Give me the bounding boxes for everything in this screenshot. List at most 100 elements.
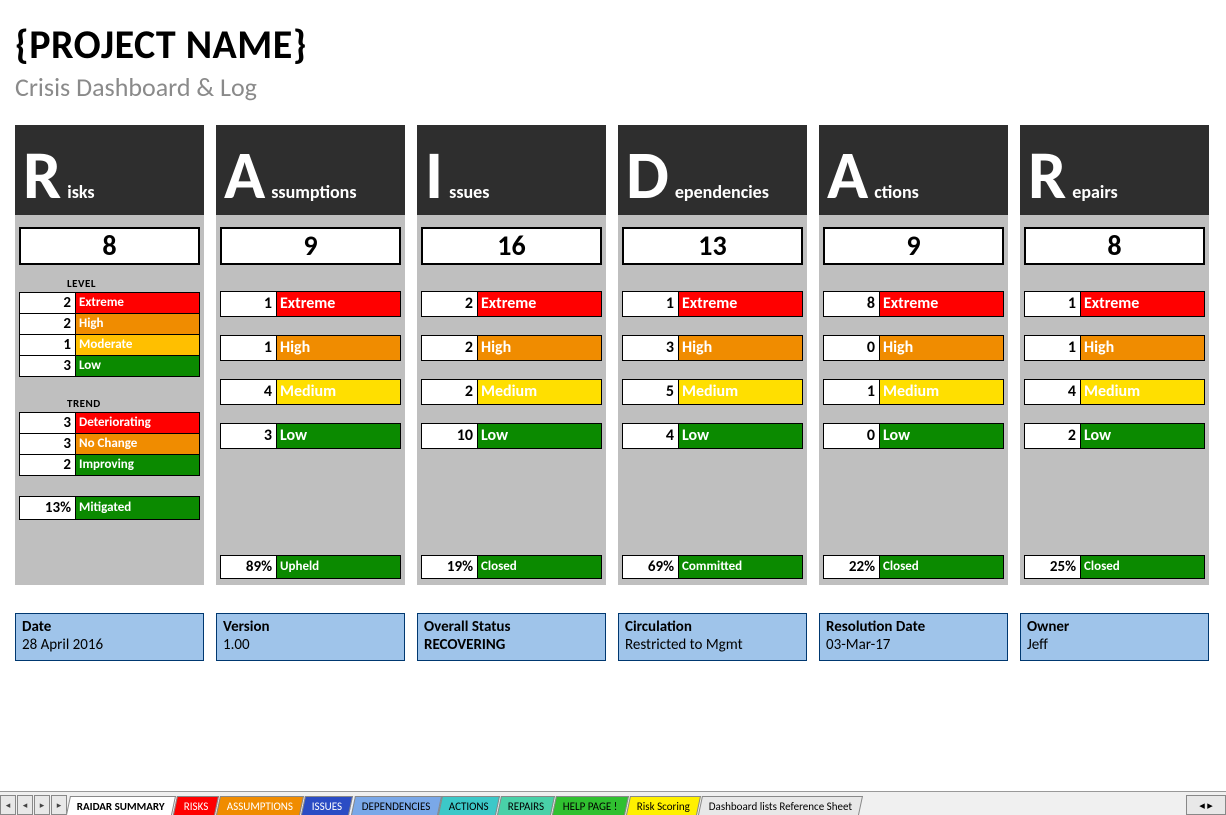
stat-row: 4Medium — [220, 379, 401, 405]
stat-count: 4 — [221, 380, 277, 404]
status-label: Committed — [679, 556, 802, 578]
dashboard-subtitle: Crisis Dashboard & Log — [15, 71, 1211, 103]
column-header: Issues — [417, 125, 606, 215]
stat-row: 5Medium — [622, 379, 803, 405]
status-percent: 13% — [20, 497, 76, 519]
column-actions: Actions98Extreme0High1Medium0Low22%Close… — [819, 125, 1008, 585]
stat-label: High — [679, 336, 802, 360]
sheet-tab-dependencies[interactable]: DEPENDENCIES — [351, 796, 442, 815]
stat-row: 1Extreme — [220, 291, 401, 317]
meta-value: RECOVERING — [424, 636, 599, 654]
sheet-tab-dashboard-lists-reference-sheet[interactable]: Dashboard lists Reference Sheet — [698, 796, 863, 815]
sheet-tab-raidar-summary[interactable]: RAIDAR SUMMARY — [66, 796, 176, 815]
level-label: Moderate — [76, 335, 199, 355]
status-row: 13%Mitigated — [19, 496, 200, 520]
meta-label: Circulation — [625, 618, 800, 636]
sheet-tab-repairs[interactable]: REPAIRS — [497, 796, 555, 815]
column-word: ssumptions — [271, 181, 356, 205]
status-label: Upheld — [277, 556, 400, 578]
stat-label: Medium — [880, 380, 1003, 404]
meta-box-resolution-date: Resolution Date03-Mar-17 — [819, 613, 1008, 661]
stat-row: 1High — [220, 335, 401, 361]
meta-label: Overall Status — [424, 618, 599, 636]
column-word: ssues — [449, 181, 489, 205]
stat-row: 1Medium — [823, 379, 1004, 405]
stat-count: 2 — [422, 292, 478, 316]
stat-count: 0 — [824, 424, 880, 448]
trend-row: 2Improving — [19, 455, 200, 476]
stat-count: 1 — [1025, 292, 1081, 316]
stat-row: 2Medium — [421, 379, 602, 405]
stat-row: 1High — [1024, 335, 1205, 361]
stat-count: 1 — [623, 292, 679, 316]
stat-row: 3High — [622, 335, 803, 361]
stat-label: Extreme — [679, 292, 802, 316]
level-row: 2High — [19, 314, 200, 335]
column-header: Actions — [819, 125, 1008, 215]
column-repairs: Repairs81Extreme1High4Medium2Low25%Close… — [1020, 125, 1209, 585]
meta-label: Version — [223, 618, 398, 636]
status-label: Closed — [478, 556, 601, 578]
trend-label: Deteriorating — [76, 413, 199, 433]
tab-nav-last[interactable]: ▸ — [51, 795, 67, 815]
tab-nav-prev[interactable]: ◂ — [17, 795, 33, 815]
sheet-tab-risk-scoring[interactable]: Risk Scoring — [626, 796, 701, 815]
sheet-tab-issues[interactable]: ISSUES — [301, 796, 353, 815]
level-heading: LEVEL — [19, 275, 200, 292]
meta-value: 03-Mar-17 — [826, 636, 1001, 654]
sheet-tab-risks[interactable]: RISKS — [173, 796, 220, 815]
stat-label: Medium — [478, 380, 601, 404]
column-letter: I — [425, 147, 443, 205]
meta-box-circulation: CirculationRestricted to Mgmt — [618, 613, 807, 661]
status-row: 25%Closed — [1024, 555, 1205, 579]
stat-row: 2Low — [1024, 423, 1205, 449]
tab-scroll-right[interactable]: ◂ ▸ — [1186, 795, 1226, 815]
stat-label: Low — [277, 424, 400, 448]
status-label: Closed — [880, 556, 1003, 578]
stat-row: 0High — [823, 335, 1004, 361]
stat-row: 1Extreme — [622, 291, 803, 317]
stat-count: 2 — [422, 336, 478, 360]
stat-count: 2 — [1025, 424, 1081, 448]
status-row: 22%Closed — [823, 555, 1004, 579]
stat-count: 4 — [623, 424, 679, 448]
stat-count: 3 — [623, 336, 679, 360]
stat-row: 2Extreme — [421, 291, 602, 317]
column-risks: Risks8LEVEL2Extreme2High1Moderate3LowTRE… — [15, 125, 204, 585]
stat-count: 8 — [824, 292, 880, 316]
stat-label: Low — [679, 424, 802, 448]
column-word: ependencies — [675, 181, 769, 205]
level-label: Extreme — [76, 293, 199, 313]
stat-row: 3Low — [220, 423, 401, 449]
status-label: Mitigated — [76, 497, 199, 519]
level-count: 1 — [20, 335, 76, 355]
status-row: 89%Upheld — [220, 555, 401, 579]
stat-count: 1 — [221, 336, 277, 360]
stat-count: 4 — [1025, 380, 1081, 404]
status-percent: 22% — [824, 556, 880, 578]
level-label: Low — [76, 356, 199, 376]
stat-row: 4Medium — [1024, 379, 1205, 405]
column-total: 9 — [823, 227, 1004, 265]
stat-label: Extreme — [277, 292, 400, 316]
project-title: {PROJECT NAME} — [15, 20, 1211, 69]
tab-nav-next[interactable]: ▸ — [34, 795, 50, 815]
stat-label: High — [277, 336, 400, 360]
sheet-tab-help-page-[interactable]: HELP PAGE ! — [552, 796, 629, 815]
stat-label: Low — [478, 424, 601, 448]
sheet-tabs: ◂ ◂ ▸ ▸ RAIDAR SUMMARYRISKSASSUMPTIONSIS… — [0, 791, 1226, 815]
trend-count: 3 — [20, 413, 76, 433]
level-row: 1Moderate — [19, 335, 200, 356]
meta-value: 28 April 2016 — [22, 636, 197, 654]
stat-count: 1 — [824, 380, 880, 404]
column-word: epairs — [1072, 181, 1117, 205]
column-letter: A — [827, 147, 868, 205]
trend-row: 3No Change — [19, 434, 200, 455]
stat-count: 0 — [824, 336, 880, 360]
stat-row: 10Low — [421, 423, 602, 449]
sheet-tab-actions[interactable]: ACTIONS — [438, 796, 500, 815]
tab-nav-first[interactable]: ◂ — [0, 795, 16, 815]
column-total: 9 — [220, 227, 401, 265]
sheet-tab-assumptions[interactable]: ASSUMPTIONS — [216, 796, 304, 815]
meta-value: Restricted to Mgmt — [625, 636, 800, 654]
